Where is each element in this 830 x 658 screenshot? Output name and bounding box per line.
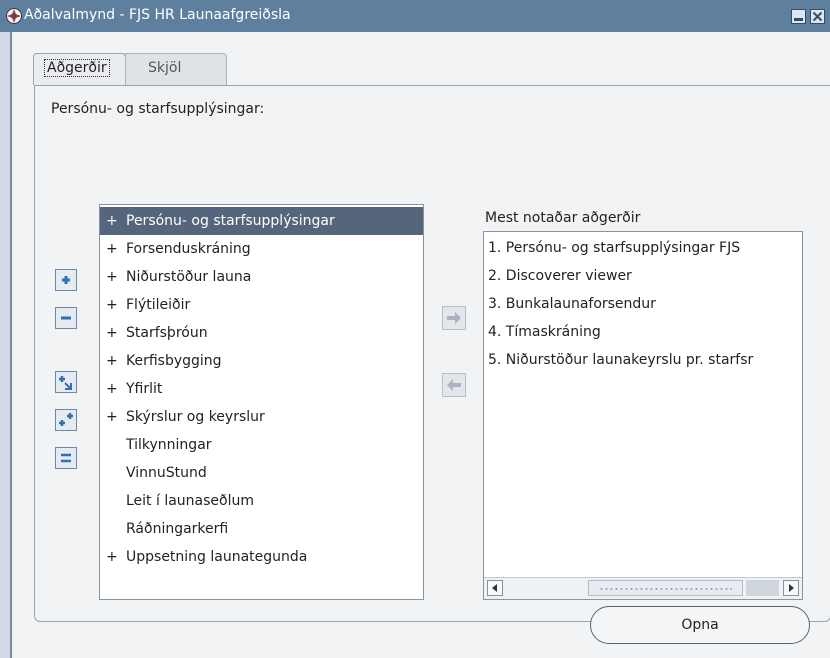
tree-item-label: Persónu- og starfsupplýsingar	[126, 213, 335, 229]
tree-expander[interactable]: +	[106, 291, 118, 319]
open-button[interactable]: Opna	[590, 606, 810, 644]
tree-item[interactable]: Ráðningarkerfi	[100, 515, 423, 543]
scroll-track[interactable]	[746, 580, 779, 596]
arrow-left-icon	[447, 379, 461, 391]
window-title: Aðalvalmynd - FJS HR Launaafgreiðsla	[24, 7, 291, 23]
remove-from-favorites-button[interactable]	[442, 373, 466, 397]
tree-item-label: Tilkynningar	[126, 437, 212, 453]
tree-item-label: Forsenduskráning	[126, 241, 251, 257]
tab-label: Skjöl	[148, 60, 182, 76]
section-label: Persónu- og starfsupplýsingar:	[51, 101, 265, 117]
tree-expander[interactable]: +	[106, 319, 118, 347]
tab-label: Aðgerðir	[44, 59, 110, 77]
list-item[interactable]: 1. Persónu- og starfsupplýsingar FJS	[488, 234, 740, 262]
tree-item[interactable]: + Forsenduskráning	[100, 235, 423, 263]
expand-branch-icon[interactable]	[55, 371, 77, 393]
tree-item[interactable]: + Flýtileiðir	[100, 291, 423, 319]
tree-item-label: Starfsþróun	[126, 325, 208, 341]
expand-icon[interactable]	[55, 269, 77, 291]
tree-expander[interactable]: +	[106, 235, 118, 263]
tab-skjol[interactable]: Skjöl	[125, 53, 227, 85]
tree-item[interactable]: + Starfsþróun	[100, 319, 423, 347]
scroll-right-icon[interactable]	[783, 580, 799, 596]
tree-item[interactable]: + Kerfisbygging	[100, 347, 423, 375]
list-item[interactable]: 4. Tímaskráning	[488, 318, 601, 346]
tree-item-label: Yfirlit	[126, 381, 163, 397]
tab-panel: Persónu- og starfsupplýsingar: + Persónu-…	[34, 85, 830, 622]
tree-expander[interactable]: +	[106, 403, 118, 431]
tree-item-label: Leit í launaseðlum	[126, 493, 255, 509]
scroll-left-icon[interactable]	[487, 580, 503, 596]
list-item[interactable]: 5. Niðurstöður launakeyrslu pr. starfsr	[488, 346, 753, 374]
main-window: Aðgerðir Skjöl Persónu- og starfsupplýsi…	[10, 32, 830, 658]
tree-item[interactable]: Tilkynningar	[100, 431, 423, 459]
window-titlebar: Aðalvalmynd - FJS HR Launaafgreiðsla	[0, 0, 830, 32]
tree-expander[interactable]: +	[106, 347, 118, 375]
tree-expander[interactable]: +	[106, 375, 118, 403]
tree-item-label: Ráðningarkerfi	[126, 521, 229, 537]
tree-item[interactable]: + Skýrslur og keyrslur	[100, 403, 423, 431]
collapse-all-icon[interactable]	[55, 447, 77, 469]
add-to-favorites-button[interactable]	[442, 306, 466, 330]
app-icon	[6, 8, 22, 24]
tree-item-label: Kerfisbygging	[126, 353, 222, 369]
navigator-tree[interactable]: + Persónu- og starfsupplýsingar + Forsendu…	[99, 204, 424, 600]
tree-item[interactable]: + Uppsetning launategunda	[100, 543, 423, 571]
collapse-icon[interactable]	[55, 307, 77, 329]
list-item[interactable]: 2. Discoverer viewer	[488, 262, 632, 290]
tree-item-label: VinnuStund	[126, 465, 207, 481]
tree-item[interactable]: VinnuStund	[100, 459, 423, 487]
arrow-right-icon	[447, 312, 461, 324]
tree-item[interactable]: + Yfirlit	[100, 375, 423, 403]
tree-item[interactable]: + Persónu- og starfsupplýsingar	[100, 207, 423, 235]
mru-label: Mest notaðar aðgerðir	[485, 210, 641, 226]
minimize-icon[interactable]	[791, 9, 806, 24]
close-icon[interactable]	[810, 9, 825, 24]
expand-all-icon[interactable]	[55, 409, 77, 431]
tree-item-label: Flýtileiðir	[126, 297, 191, 313]
tree-item-label: Skýrslur og keyrslur	[126, 409, 265, 425]
tree-expander[interactable]: +	[106, 207, 118, 235]
tree-item-label: Uppsetning launategunda	[126, 549, 308, 565]
tree-expander[interactable]: +	[106, 263, 118, 291]
tree-item[interactable]: + Niðurstöður launa	[100, 263, 423, 291]
tree-expander[interactable]: +	[106, 543, 118, 571]
list-item[interactable]: 3. Bunkalaunaforsendur	[488, 290, 656, 318]
grip-icon	[599, 587, 732, 591]
tree-item[interactable]: Leit í launaseðlum	[100, 487, 423, 515]
scroll-thumb[interactable]	[588, 580, 743, 596]
horizontal-scrollbar[interactable]	[484, 577, 802, 599]
tree-item-label: Niðurstöður launa	[126, 269, 252, 285]
most-used-list[interactable]: 1. Persónu- og starfsupplýsingar FJS 2. …	[483, 231, 803, 600]
tab-adgerdir[interactable]: Aðgerðir	[33, 53, 126, 85]
